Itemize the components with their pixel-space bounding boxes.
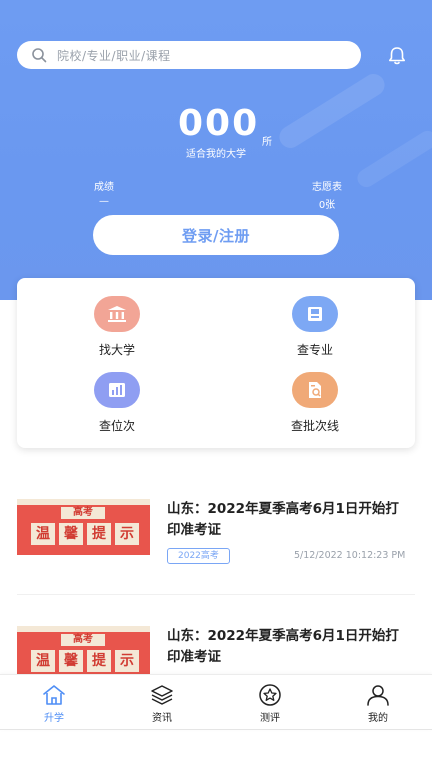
tab-label: 升学 bbox=[44, 713, 64, 724]
thumb-heading: 高考 bbox=[61, 634, 105, 646]
bottom-tab-bar: 升学 资讯 测评 我的 bbox=[0, 674, 432, 730]
feature-grid: 找大学 查专业 查位次 查批次线 bbox=[17, 278, 415, 448]
thumb-characters: 温 馨 提 示 bbox=[31, 650, 139, 672]
book-icon bbox=[292, 296, 338, 332]
hero-header: 院校/专业/职业/课程 000 所 适合我的大学 成绩 — 志愿表 0张 登录/… bbox=[0, 0, 432, 300]
search-batch-line-item[interactable]: 查批次线 bbox=[255, 372, 375, 434]
tab-shengxue[interactable]: 升学 bbox=[24, 683, 84, 724]
tab-ceping[interactable]: 测评 bbox=[240, 683, 300, 724]
thumb-char: 温 bbox=[31, 650, 55, 672]
home-icon bbox=[43, 685, 65, 705]
tab-zixun[interactable]: 资讯 bbox=[132, 683, 192, 724]
news-item[interactable]: 高考 温 馨 提 示 山东：2022年夏季高考6月1日开始打印准考证 2022高… bbox=[17, 499, 415, 569]
login-register-button[interactable]: 登录/注册 bbox=[93, 215, 339, 255]
thumb-characters: 温 馨 提 示 bbox=[31, 523, 139, 545]
search-placeholder: 院校/专业/职业/课程 bbox=[57, 48, 171, 63]
news-tag: 2022高考 bbox=[167, 548, 230, 564]
university-icon bbox=[94, 296, 140, 332]
thumb-char: 示 bbox=[115, 523, 139, 545]
thumb-stripe bbox=[17, 499, 150, 505]
thumb-stripe bbox=[17, 626, 150, 632]
university-count: 000 bbox=[178, 103, 260, 144]
search-major-label: 查专业 bbox=[296, 343, 333, 357]
thumb-char: 提 bbox=[87, 523, 111, 545]
tab-label: 资讯 bbox=[152, 713, 172, 724]
thumb-char: 温 bbox=[31, 523, 55, 545]
tab-label: 测评 bbox=[260, 713, 280, 724]
star-icon bbox=[259, 684, 281, 706]
news-item[interactable]: 高考 温 馨 提 示 山东：2022年夏季高考6月1日开始打印准考证 bbox=[17, 626, 415, 674]
thumb-char: 馨 bbox=[59, 523, 83, 545]
find-university-item[interactable]: 找大学 bbox=[57, 296, 177, 358]
thumb-char: 示 bbox=[115, 650, 139, 672]
search-batch-line-label: 查批次线 bbox=[290, 419, 339, 433]
search-icon bbox=[32, 48, 47, 63]
score-stat[interactable]: 成绩 — bbox=[94, 178, 114, 207]
tab-label: 我的 bbox=[368, 713, 388, 724]
score-value: — bbox=[99, 196, 109, 207]
search-major-item[interactable]: 查专业 bbox=[255, 296, 375, 358]
news-thumbnail: 高考 温 馨 提 示 bbox=[17, 626, 150, 674]
count-label: 适合我的大学 bbox=[186, 149, 246, 160]
news-title: 山东：2022年夏季高考6月1日开始打印准考证 bbox=[167, 501, 399, 538]
news-time: 5/12/2022 10:12:23 PM bbox=[294, 550, 406, 561]
decoration bbox=[275, 69, 389, 153]
bell-icon[interactable] bbox=[386, 45, 408, 67]
user-icon bbox=[367, 685, 389, 706]
thumb-char: 馨 bbox=[59, 650, 83, 672]
tab-wode[interactable]: 我的 bbox=[348, 683, 408, 724]
divider bbox=[17, 594, 415, 595]
thumb-char: 提 bbox=[87, 650, 111, 672]
wish-label: 志愿表 bbox=[312, 182, 342, 193]
find-university-label: 找大学 bbox=[98, 343, 135, 357]
news-title: 山东：2022年夏季高考6月1日开始打印准考证 bbox=[167, 628, 399, 665]
thumb-heading: 高考 bbox=[61, 507, 105, 519]
layers-icon bbox=[151, 685, 173, 705]
bar-chart-icon bbox=[94, 372, 140, 408]
wish-table-stat[interactable]: 志愿表 0张 bbox=[312, 178, 342, 211]
search-rank-label: 查位次 bbox=[98, 419, 135, 433]
divider bbox=[0, 729, 432, 730]
document-search-icon bbox=[292, 372, 338, 408]
search-bar[interactable]: 院校/专业/职业/课程 bbox=[17, 41, 361, 69]
search-rank-item[interactable]: 查位次 bbox=[57, 372, 177, 434]
news-thumbnail: 高考 温 馨 提 示 bbox=[17, 499, 150, 555]
wish-value: 0张 bbox=[318, 200, 336, 211]
score-label: 成绩 bbox=[94, 182, 114, 193]
